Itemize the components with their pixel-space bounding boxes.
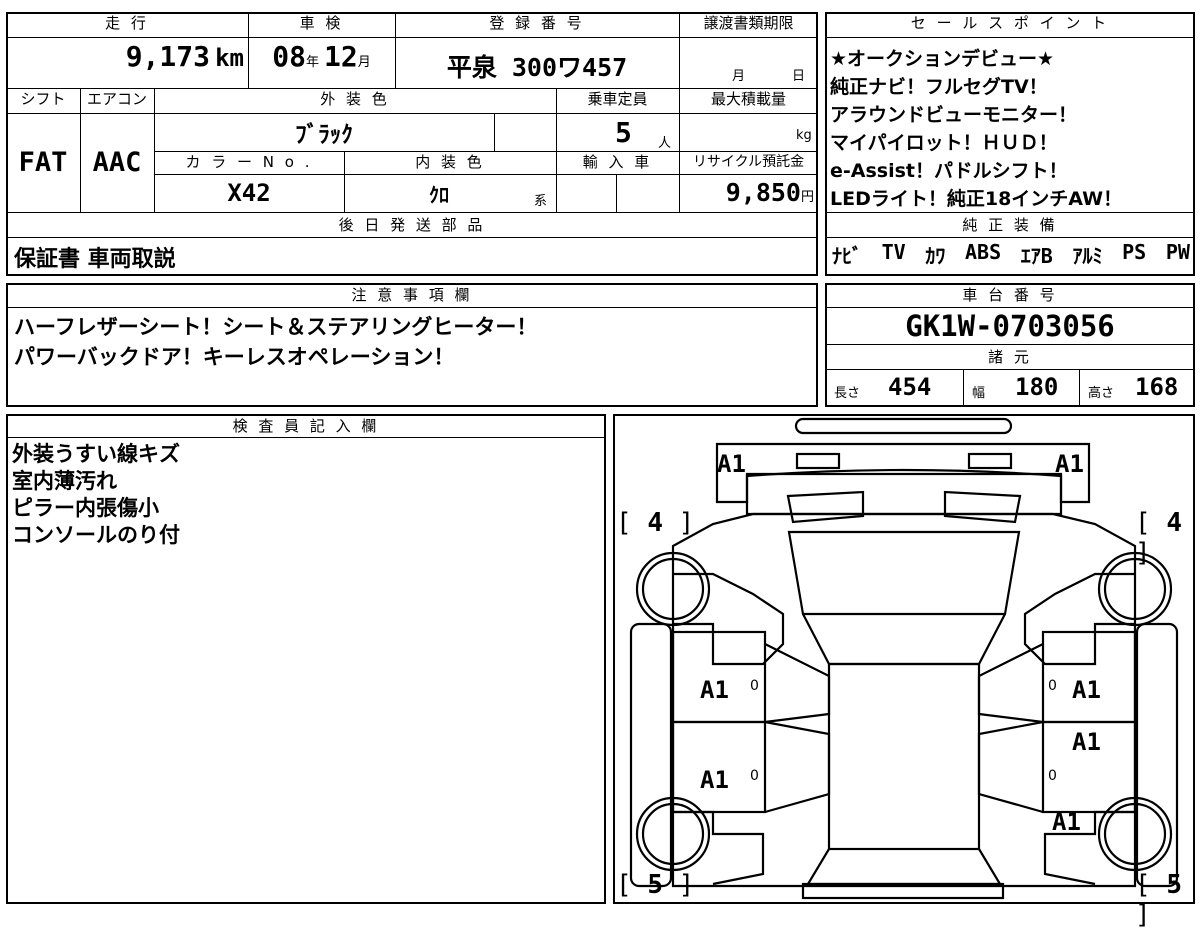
width-value: 180 [1015, 373, 1059, 401]
mileage-header: 走 行 [105, 14, 149, 32]
exterior-color-header: 外 装 色 [320, 90, 390, 108]
registration-header: 登 録 番 号 [489, 14, 585, 32]
zero-mark: 0 [1048, 678, 1057, 694]
equip-item: ABS [965, 240, 1002, 264]
recycle-header: リサイクル預託金 [692, 154, 805, 170]
inspector-line: コンソールのり付 [12, 523, 180, 547]
sales-point-line: アラウンドビューモニター！ [830, 104, 1078, 126]
transfer-day-unit: 日 [792, 69, 806, 84]
height-label: 高さ [1088, 386, 1115, 401]
inspector-line: ピラー内張傷小 [12, 496, 159, 520]
later-parts-header: 後 日 発 送 部 品 [338, 216, 486, 234]
notes-line: パワーバックドア！キーレスオペレーション！ [14, 345, 455, 369]
sales-point-line: 純正ナビ！フルセグTV！ [830, 76, 1048, 98]
equip-item: ﾅﾋﾞ [832, 244, 862, 268]
equip-item: TV [881, 240, 906, 264]
specs-header: 諸 元 [988, 348, 1032, 366]
tire-front-left: [ 4 ] [616, 508, 695, 538]
chassis-header: 車 台 番 号 [962, 286, 1058, 304]
tire-front-right: [ 4 ] [1135, 508, 1182, 568]
inspector-line: 外装うすい線キズ [12, 442, 180, 466]
mark-left-rear-door: A1 [700, 766, 729, 794]
equip-item: ｴｱB [1020, 244, 1053, 268]
aircon-header: エアコン [86, 90, 147, 108]
sales-points-list: ★オークションデビュー★ 純正ナビ！フルセグTV！ アラウンドビューモニター！ … [830, 45, 1192, 213]
mark-right-front-door: A1 [1072, 676, 1101, 704]
capacity-unit: 人 [658, 136, 672, 151]
chassis-number: GK1W-0703056 [905, 309, 1115, 343]
mark-front-right: A1 [1055, 450, 1084, 478]
notes-header: 注 意 事 項 欄 [351, 286, 473, 304]
mark-right-rear-door: A1 [1072, 728, 1101, 756]
mark-right-rear: A1 [1052, 808, 1081, 836]
sales-point-line: ★オークションデビュー★ [830, 48, 1055, 70]
inspection-header: 車 検 [299, 14, 344, 32]
sales-points-header: セ ー ル ス ポ イ ン ト [910, 14, 1110, 32]
inspector-notes: 外装うすい線キズ 室内薄汚れ ピラー内張傷小 コンソールのり付 [12, 441, 180, 549]
exterior-color-value: ﾌﾞﾗｯｸ [295, 122, 353, 148]
zero-mark: 0 [1048, 768, 1057, 784]
length-value: 454 [888, 373, 932, 401]
interior-color-value: ｸﾛ [429, 182, 449, 207]
transfer-deadline-header: 譲渡書類期限 [703, 14, 794, 32]
equip-item: ｶﾜ [925, 244, 946, 268]
sales-point-line: e-Assist！パドルシフト！ [830, 160, 1068, 182]
zero-mark: 0 [750, 768, 759, 784]
shift-value: FAT [18, 147, 68, 178]
mark-front-left: A1 [717, 450, 746, 478]
genuine-equipment-header: 純 正 装 備 [962, 216, 1058, 234]
car-diagram [629, 417, 1179, 900]
mark-left-front-door: A1 [700, 676, 729, 704]
equip-item: PS [1122, 240, 1147, 264]
capacity-value: 5 [615, 116, 632, 149]
mileage-value: 9,173 km [125, 40, 244, 73]
inspection-value: 08年 12月 [272, 40, 371, 73]
color-no-value: X42 [227, 179, 271, 207]
width-label: 幅 [972, 386, 986, 401]
genuine-equipment-list: ﾅﾋﾞ TV ｶﾜ ABS ｴｱB ｱﾙﾐ PS PW [832, 240, 1190, 269]
inspector-line: 室内薄汚れ [12, 469, 117, 493]
equip-item: ｱﾙﾐ [1072, 244, 1103, 268]
shift-header: シフト [20, 90, 66, 108]
max-load-unit: kg [796, 128, 812, 143]
interior-color-header: 内 装 色 [415, 153, 485, 171]
recycle-value: 9,850円 [725, 178, 814, 207]
sales-point-line: LEDライト！純正18インチAW！ [830, 188, 1123, 210]
interior-color-unit: 系 [534, 194, 548, 209]
color-no-header: カ ラ ー N o . [185, 153, 313, 171]
capacity-header: 乗車定員 [587, 90, 648, 108]
notes-line: ハーフレザーシート！シート＆ステアリングヒーター！ [14, 315, 538, 339]
length-label: 長さ [834, 386, 861, 401]
notes-text: ハーフレザーシート！シート＆ステアリングヒーター！ パワーバックドア！キーレスオ… [14, 312, 537, 372]
equip-item: PW [1165, 240, 1190, 264]
zero-mark: 0 [750, 678, 759, 694]
height-value: 168 [1135, 373, 1179, 401]
inspector-header: 検 査 員 記 入 欄 [232, 417, 380, 435]
tire-rear-right: [ 5 ] [1135, 870, 1182, 930]
transfer-month-unit: 月 [732, 69, 746, 84]
sales-point-line: マイパイロット！ＨＵＤ！ [830, 132, 1058, 154]
later-parts-value: 保証書 車両取説 [14, 247, 176, 272]
registration-value: 平泉 300ワ457 [446, 53, 628, 82]
aircon-value: AAC [92, 147, 142, 178]
tire-rear-left: [ 5 ] [616, 870, 695, 900]
max-load-header: 最大積載量 [710, 90, 786, 108]
import-header: 輸 入 車 [582, 153, 653, 171]
